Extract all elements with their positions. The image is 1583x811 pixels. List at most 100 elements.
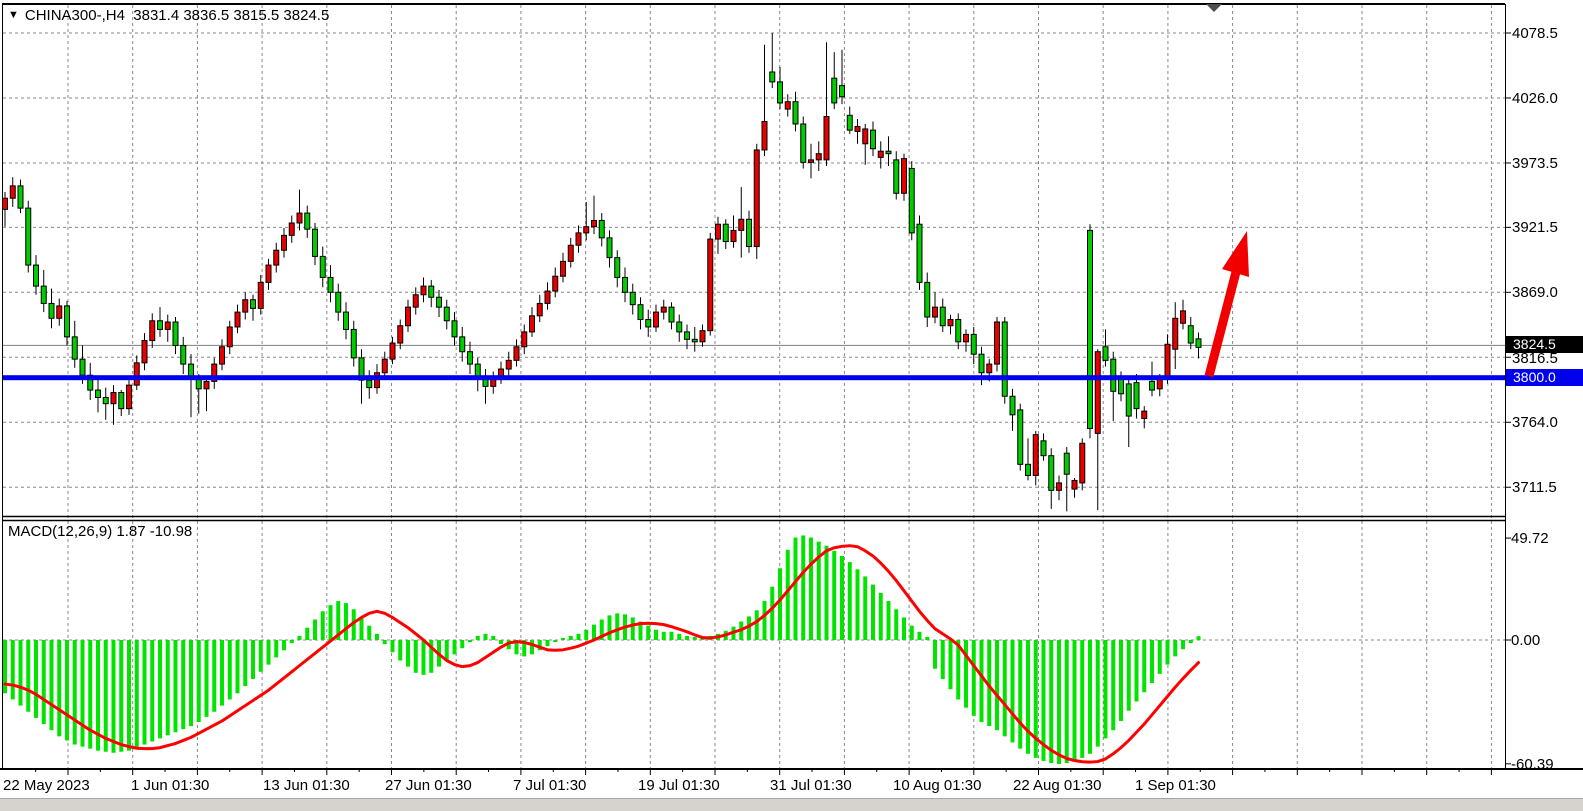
axis-ticks (36, 33, 1511, 775)
candle-body (468, 352, 473, 364)
macd-bar (491, 636, 495, 640)
macd-bar (329, 605, 333, 640)
candle-body (863, 129, 868, 144)
macd-bar (236, 640, 240, 693)
candle-body (204, 381, 209, 388)
candle-body (917, 224, 922, 282)
candle-body (940, 307, 945, 326)
macd-bar (243, 640, 247, 686)
candle-body (545, 291, 550, 303)
candle-body (623, 277, 628, 292)
macd-bar (476, 636, 480, 640)
instrument-marker-icon: ▼ (8, 9, 19, 21)
macd-bar (1096, 640, 1100, 747)
candle-body (832, 78, 837, 103)
candle-body (1126, 384, 1131, 416)
candle-body (96, 390, 101, 397)
candle-body (235, 312, 240, 327)
macd-bar (577, 634, 581, 640)
macd-bar (949, 640, 953, 689)
time-axis-label: 31 Jul 01:30 (770, 777, 852, 794)
macd-bar (654, 630, 658, 640)
candle-body (227, 327, 232, 347)
candle-body (568, 245, 573, 261)
candle-body (142, 341, 147, 363)
time-axis-label: 1 Jun 01:30 (131, 777, 209, 794)
macd-bar (181, 640, 185, 729)
macd-bar (770, 587, 774, 640)
candle-body (34, 265, 39, 286)
trend-arrow-head[interactable] (1222, 231, 1249, 277)
candle-body (127, 385, 132, 409)
macd-bar (848, 562, 852, 640)
candle-body (847, 115, 852, 130)
macd-bar (344, 603, 348, 640)
macd-bar (561, 638, 565, 640)
macd-bar (662, 632, 666, 640)
macd-bar (282, 640, 286, 650)
chart-title: CHINA300-,H4 (25, 7, 125, 24)
price-axis-label: 3711.5 (1512, 479, 1557, 496)
candle-body (80, 359, 85, 375)
candle-body (313, 229, 318, 256)
candle-body (654, 312, 659, 327)
macd-bar (1173, 640, 1177, 656)
candle-body (274, 250, 279, 265)
macd-bar (398, 640, 402, 661)
macd-bar (887, 601, 891, 640)
support-level-badge: 3800.0 (1506, 369, 1583, 386)
candle-body (1064, 453, 1069, 474)
macd-bar (941, 640, 945, 679)
candle-body (1165, 344, 1170, 376)
candle-body (902, 159, 907, 194)
chart-canvas[interactable] (0, 0, 1583, 811)
candle-body (607, 238, 612, 258)
candle-body (754, 150, 759, 247)
candle-body (1041, 441, 1046, 456)
macd-bar (546, 640, 550, 646)
candle-body (971, 334, 976, 354)
candle-body (1002, 322, 1007, 396)
time-axis-label: 22 Aug 01:30 (1013, 777, 1101, 794)
candle-body (576, 233, 581, 245)
chart-title-bar: ▼CHINA300-,H4 3831.4 3836.5 3815.5 3824.… (8, 7, 329, 24)
candle-body (506, 360, 511, 369)
macd-bar (189, 640, 193, 726)
candle-body (933, 307, 938, 317)
macd-bar (220, 640, 224, 706)
candle-body (111, 393, 116, 404)
macd-histogram (3, 535, 1201, 764)
candle-body (824, 117, 829, 160)
price-axis-label: 3973.5 (1512, 155, 1558, 172)
macd-bar (755, 610, 759, 640)
macd-bar (871, 585, 875, 640)
candle-body (615, 258, 620, 278)
candle-body (336, 292, 341, 312)
candle-body (716, 224, 721, 239)
macd-bar (840, 556, 844, 640)
macd-bar (26, 640, 30, 712)
trend-arrow[interactable] (1209, 231, 1249, 376)
candle-body (987, 364, 992, 373)
candle-body (351, 329, 356, 357)
candle-body (297, 213, 302, 223)
candle-body (561, 261, 566, 276)
macd-bar (1018, 640, 1022, 749)
macd-bar (902, 617, 906, 640)
macd-bar (832, 551, 836, 640)
macd-bar (1088, 640, 1092, 754)
time-axis-label: 22 May 2023 (3, 777, 90, 794)
candle-body (809, 160, 814, 162)
macd-bar (360, 617, 364, 640)
macd-bar (693, 637, 697, 640)
trend-arrow-shaft[interactable] (1209, 272, 1236, 376)
candle-body (150, 321, 155, 341)
support-line[interactable] (3, 375, 1505, 380)
macd-bar (197, 640, 201, 722)
macd-bar (1065, 640, 1069, 763)
macd-axis-label: -60.39 (1511, 756, 1554, 773)
candle-body (258, 282, 263, 308)
macd-bar (1026, 640, 1030, 754)
candle-body (134, 363, 139, 385)
candle-body (26, 208, 31, 265)
